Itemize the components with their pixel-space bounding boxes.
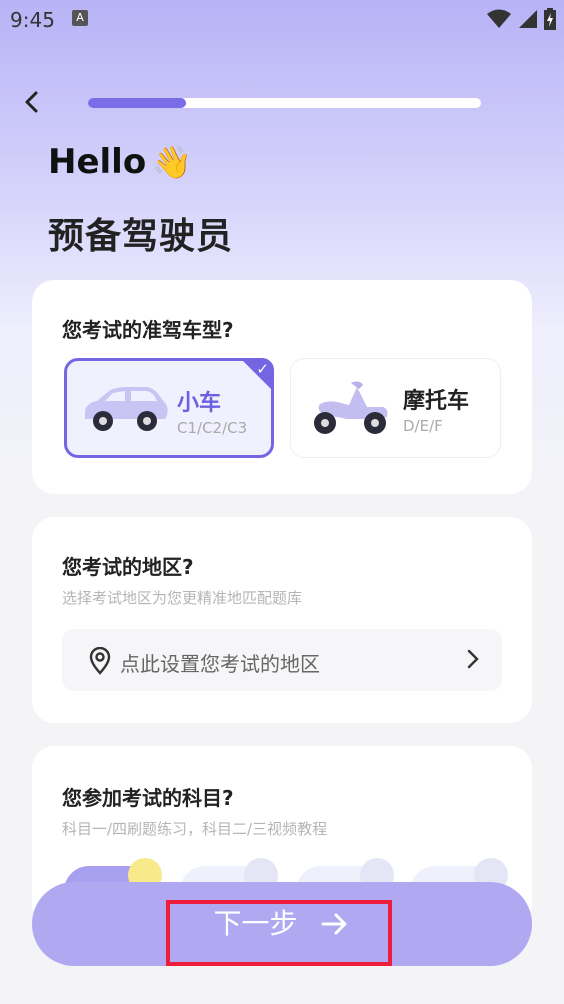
car-icon [85, 387, 168, 431]
hello-text: Hello [48, 142, 147, 182]
check-icon: ✓ [256, 360, 269, 378]
region-selector[interactable]: 点此设置您考试的地区 [62, 629, 502, 691]
chevron-right-icon [467, 649, 479, 669]
battery-icon [544, 8, 556, 30]
status-bar: 9:45 A [0, 0, 564, 40]
subject-question: 您参加考试的科目? [62, 786, 234, 810]
greeting-hello: Hello 👋 [48, 142, 192, 182]
option-motorcycle-title: 摩托车 [403, 389, 470, 414]
status-time: 9:45 [10, 8, 55, 32]
waving-hand-icon: 👋 [152, 143, 193, 181]
status-icons [486, 8, 556, 30]
location-pin-icon [89, 647, 111, 675]
option-motorcycle[interactable]: 摩托车 D/E/F [290, 358, 501, 458]
page-title: 预备驾驶员 [48, 216, 234, 257]
progress-fill [88, 98, 187, 108]
subject-hint: 科目一/四刷题练习，科目二/三视频教程 [62, 820, 328, 838]
option-motorcycle-sub: D/E/F [403, 417, 443, 435]
vehicle-type-card: 您考试的准驾车型? ✓ 小车 C1/C2/C3 摩托车 D/E/F [32, 280, 532, 494]
signal-icon [519, 10, 537, 28]
vehicle-question: 您考试的准驾车型? [62, 318, 234, 342]
notification-badge: A [72, 10, 88, 26]
region-question: 您考试的地区? [62, 555, 194, 579]
option-car-title: 小车 [177, 391, 222, 416]
chevron-left-icon [25, 91, 38, 113]
option-car[interactable]: ✓ 小车 C1/C2/C3 [64, 358, 274, 458]
wifi-icon [487, 9, 511, 28]
progress-bar [88, 98, 481, 108]
region-card: 您考试的地区? 选择考试地区为您更精准地匹配题库 点此设置您考试的地区 [32, 517, 532, 723]
highlight-box [166, 900, 392, 966]
region-placeholder: 点此设置您考试的地区 [120, 652, 320, 676]
option-car-sub: C1/C2/C3 [177, 419, 248, 437]
region-hint: 选择考试地区为您更精准地匹配题库 [62, 589, 303, 607]
motorcycle-icon [314, 381, 388, 434]
back-button[interactable] [18, 88, 46, 116]
